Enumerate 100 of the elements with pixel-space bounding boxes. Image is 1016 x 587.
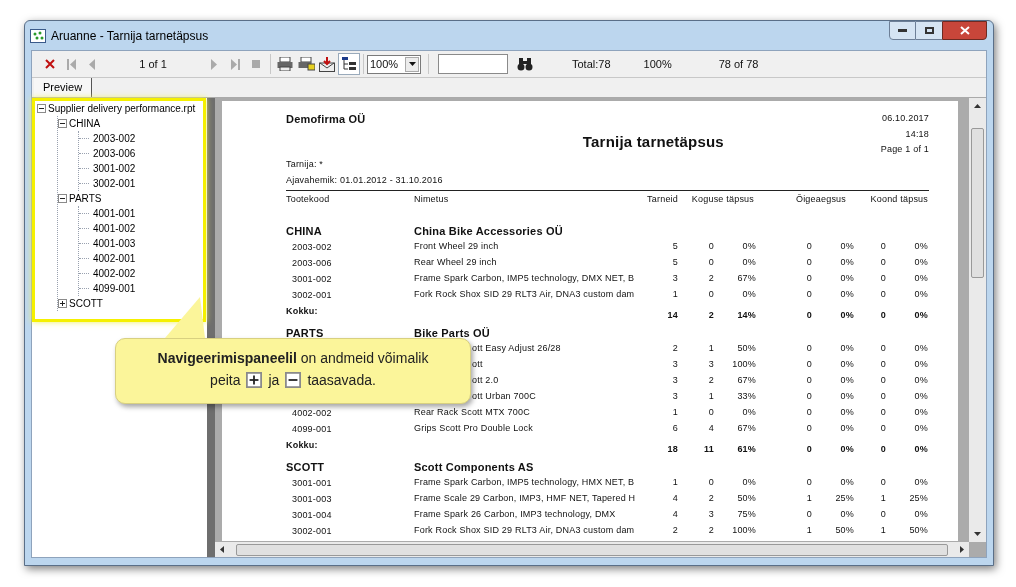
- table-cell-text: 0: [879, 374, 886, 388]
- table-cell-text: 0: [805, 272, 812, 286]
- product-name: Frame Spark Carbon, IMP5 technology, DMX NET, B: [414, 272, 636, 286]
- scroll-down-icon: [974, 532, 981, 536]
- table-cell-text: 0: [879, 442, 886, 456]
- tab[interactable]: Preview: [34, 78, 93, 97]
- column-header: Õigeaegsus: [794, 193, 847, 206]
- product-name: ott 2.0: [471, 374, 500, 388]
- product-name: Fork Rock Shox SID 29 RLT3 Air, DNA3 custom dam: [414, 524, 636, 538]
- table-cell-text: 100%: [731, 524, 756, 538]
- total-label: Total:78: [572, 56, 611, 72]
- table-cell-text: 0%: [741, 240, 756, 254]
- search-field[interactable]: [438, 54, 508, 74]
- tree-item[interactable]: 4001-002: [93, 222, 136, 235]
- next-icon: [211, 58, 217, 70]
- table-cell-text: 0: [879, 476, 886, 490]
- table-cell-text: 1: [671, 476, 678, 490]
- table-cell-text: 0%: [913, 308, 928, 322]
- product-name: Rear Rack Scott MTX 700C: [414, 406, 531, 420]
- tree-item[interactable]: 2003-006: [93, 147, 136, 160]
- caret-icon: [408, 62, 416, 66]
- table-cell-text: 0%: [913, 256, 928, 270]
- group-tree-button[interactable]: [338, 53, 360, 75]
- table-cell-text: 0: [805, 256, 812, 270]
- table-cell-text: 0: [879, 508, 886, 522]
- minimize-button[interactable]: [889, 21, 916, 40]
- tree-item[interactable]: 4001-001: [93, 207, 136, 220]
- table-cell-text: 1: [879, 524, 886, 538]
- table-cell-text: 2: [707, 308, 714, 322]
- supplier-name: Scott Components AS: [414, 460, 535, 475]
- tree-item[interactable]: Supplier delivery performance.rpt: [48, 102, 196, 115]
- product-code: 3001-002: [291, 273, 333, 285]
- table-cell-text: 25%: [834, 492, 854, 506]
- company-name: Demofirma OÜ: [286, 112, 367, 127]
- table-cell-text: 0: [879, 256, 886, 270]
- supplier-name: China Bike Accessories OÜ: [414, 224, 564, 239]
- first-page-icon: [66, 58, 76, 70]
- table-cell-text: 61%: [736, 442, 756, 456]
- product-name: Frame Scale 29 Carbon, IMP3, HMF NET, Tapered H: [414, 492, 637, 506]
- table-cell-text: 0%: [913, 476, 928, 490]
- table-cell-text: 0%: [741, 476, 756, 490]
- supplier-filter: Tarnija: *: [286, 158, 324, 171]
- print-button[interactable]: [275, 54, 295, 74]
- table-cell-text: 100%: [731, 358, 756, 372]
- tree-item[interactable]: 4002-001: [93, 252, 136, 265]
- product-code: 2003-002: [291, 241, 333, 253]
- expand-icon[interactable]: [58, 299, 67, 308]
- tree-item[interactable]: 3002-001: [93, 177, 136, 190]
- maximize-button[interactable]: [916, 21, 942, 40]
- tree-item[interactable]: 4002-002: [93, 267, 136, 280]
- vertical-scrollbar[interactable]: [969, 98, 986, 542]
- callout-text: Navigeerimispaneelil on andmeid võimalik: [157, 349, 429, 368]
- tree-item[interactable]: CHINA: [69, 117, 101, 130]
- table-cell-text: 0: [805, 508, 812, 522]
- collapse-icon[interactable]: [37, 104, 46, 113]
- zoom-dropdown[interactable]: 100%: [367, 54, 421, 74]
- product-name: ott Urban 700C: [471, 390, 537, 404]
- table-cell-text: 0%: [839, 374, 854, 388]
- tree-item[interactable]: 4001-003: [93, 237, 136, 250]
- table-cell-text: 3: [671, 272, 678, 286]
- table-cell-text: 0: [805, 342, 812, 356]
- scroll-thumb[interactable]: [971, 128, 984, 278]
- table-cell-text: 5: [671, 240, 678, 254]
- product-name: Frame Spark 26 Carbon, IMP3 technology, DMX: [414, 508, 617, 522]
- export-button[interactable]: [317, 54, 337, 74]
- scroll-right-icon: [960, 546, 964, 553]
- table-cell-text: 75%: [736, 508, 756, 522]
- horizontal-scrollbar[interactable]: [215, 542, 969, 557]
- tree-item[interactable]: SCOTT: [69, 297, 103, 310]
- tree-item[interactable]: 4099-001: [93, 282, 136, 295]
- table-cell-text: 0%: [839, 288, 854, 302]
- table-cell-text: 67%: [736, 272, 756, 286]
- table-cell-text: 1: [707, 342, 714, 356]
- scroll-left-icon: [220, 546, 224, 553]
- table-cell-text: 0: [707, 240, 714, 254]
- scroll-thumb[interactable]: [236, 543, 948, 556]
- collapse-icon[interactable]: [58, 194, 67, 203]
- table-cell-text: 14%: [736, 308, 756, 322]
- tree-item[interactable]: 3001-002: [93, 162, 136, 175]
- product-name: ott: [471, 358, 484, 372]
- table-cell-text: 0%: [839, 442, 854, 456]
- tree-icon: [342, 57, 356, 71]
- product-code: 3002-001: [291, 289, 333, 301]
- collapse-icon[interactable]: [285, 372, 302, 388]
- page-indicator: 1 of 1: [138, 56, 168, 72]
- expand-icon[interactable]: [246, 372, 263, 388]
- tree-item[interactable]: 2003-002: [93, 132, 136, 145]
- product-name: Grips Scott Pro Double Lock: [414, 422, 534, 436]
- table-cell-text: 4: [671, 508, 678, 522]
- product-code: 3001-003: [291, 493, 333, 505]
- table-cell-text: 3: [671, 374, 678, 388]
- product-name: Front Wheel 29 inch: [414, 240, 500, 254]
- collapse-icon[interactable]: [58, 119, 67, 128]
- tree-item[interactable]: PARTS: [69, 192, 102, 205]
- table-cell-text: 0%: [839, 390, 854, 404]
- table-cell-text: 4: [707, 422, 714, 436]
- close-button[interactable]: [942, 21, 987, 40]
- scroll-up-icon: [974, 104, 981, 108]
- print-setup-button[interactable]: [296, 54, 316, 74]
- table-cell-text: 0%: [839, 358, 854, 372]
